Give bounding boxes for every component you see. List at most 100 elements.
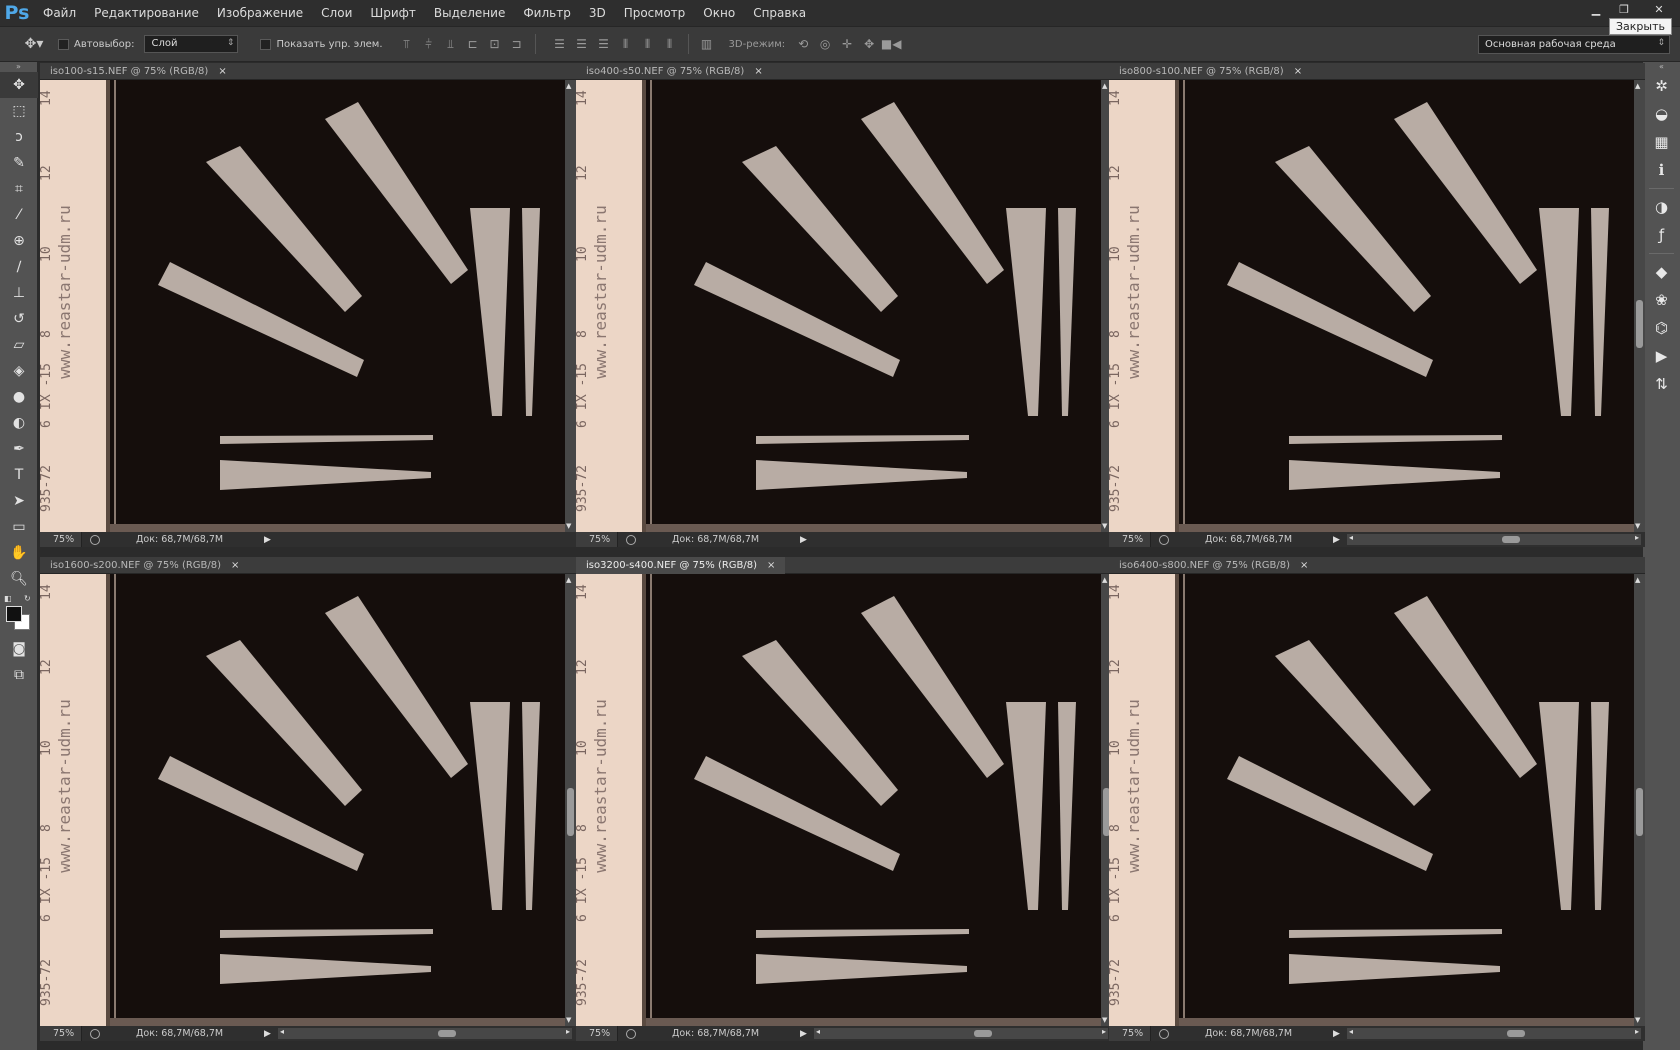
status-info-icon[interactable] [626, 534, 636, 545]
scroll-left-icon[interactable]: ◂ [280, 1027, 284, 1036]
crop-icon[interactable]: ⌗ [0, 176, 38, 202]
vertical-scrollbar[interactable]: ▲ ▼ [1634, 574, 1645, 1026]
horizontal-scroll-thumb[interactable] [1502, 536, 1520, 543]
align-vcenter-icon[interactable]: ⫩ [419, 34, 439, 54]
status-menu-icon[interactable]: ▶ [264, 1029, 274, 1039]
scroll-up-icon[interactable]: ▲ [1102, 576, 1107, 584]
status-info-icon[interactable] [1159, 1028, 1169, 1039]
history-icon[interactable]: ⇅ [1643, 370, 1680, 398]
bucket-icon[interactable]: ◈ [0, 358, 38, 384]
marquee-icon[interactable]: ⬚ [0, 98, 38, 124]
zoom-field[interactable]: 75% [40, 532, 82, 547]
zoom-value[interactable]: 75% [589, 1028, 610, 1039]
swap-colors-icon[interactable]: ↻ [24, 594, 31, 603]
panel-grip[interactable]: » [0, 62, 37, 72]
photoshop-logo[interactable]: Ps [0, 0, 34, 26]
document-tab[interactable]: iso6400-s800.NEF @ 75% (RGB/8) × [1109, 557, 1318, 574]
healing-icon[interactable]: ⊕ [0, 228, 38, 254]
adjustments-icon[interactable]: ◑ [1643, 193, 1680, 221]
restore-button[interactable]: ❐ [1610, 0, 1638, 18]
foreground-color[interactable] [6, 606, 22, 622]
stamp-icon[interactable]: ⊥ [0, 280, 38, 306]
move-icon[interactable]: ✥ [0, 72, 38, 98]
zoom-value[interactable]: 75% [1122, 534, 1143, 545]
scroll-right-icon[interactable]: ▸ [1635, 533, 1639, 542]
autoselect-dropdown[interactable]: Слой [144, 35, 239, 53]
type-icon[interactable]: T [0, 462, 38, 488]
document-canvas[interactable]: www.reastar-udm.ru 14 12 10 8 IX -15 6 935-72 [1109, 80, 1634, 532]
styles-icon[interactable]: ƒ [1643, 221, 1680, 249]
scroll-left-icon[interactable]: ◂ [1349, 533, 1353, 542]
menu-3d[interactable]: 3D [580, 0, 615, 26]
align-bottom-icon[interactable]: ⫫ [441, 34, 461, 54]
distribute-bottom-icon[interactable]: ☰ [594, 34, 614, 54]
eyedropper-icon[interactable]: ⁄ [0, 202, 38, 228]
layers-icon[interactable]: ◆ [1643, 258, 1680, 286]
menu-file[interactable]: Файл [34, 0, 85, 26]
channels-icon[interactable]: ❀ [1643, 286, 1680, 314]
3d-rotate-icon[interactable]: ⟲ [793, 34, 813, 54]
zoom-field[interactable]: 75% [576, 1026, 618, 1041]
zoom-icon[interactable]: 🔍︎ [0, 566, 38, 592]
scroll-left-icon[interactable]: ◂ [816, 1027, 820, 1036]
scroll-down-icon[interactable]: ▼ [1635, 522, 1640, 530]
quick-select-icon[interactable]: ✎ [0, 150, 38, 176]
swatches-icon[interactable]: ▦ [1643, 128, 1680, 156]
close-button[interactable]: ✕ [1638, 0, 1680, 18]
distribute-left-icon[interactable]: ⦀ [616, 34, 636, 54]
scroll-up-icon[interactable]: ▲ [566, 82, 571, 90]
minimize-button[interactable]: ▁ [1582, 0, 1610, 18]
scroll-up-icon[interactable]: ▲ [566, 576, 571, 584]
auto-align-icon[interactable]: ▥ [697, 34, 717, 54]
lasso-icon[interactable]: ↄ [0, 124, 38, 150]
panel-grip[interactable]: « [1643, 62, 1680, 72]
move-tool-preset-icon[interactable]: ✥▾ [20, 32, 48, 56]
3d-camera-icon[interactable]: ■◀ [881, 34, 902, 54]
scroll-up-icon[interactable]: ▲ [1635, 576, 1640, 584]
screen-mode-icon[interactable]: ⧉ [0, 662, 38, 688]
vertical-scrollbar[interactable]: ▲ ▼ [1634, 80, 1645, 532]
menu-window[interactable]: Окно [694, 0, 744, 26]
3d-roll-icon[interactable]: ◎ [815, 34, 835, 54]
status-menu-icon[interactable]: ▶ [1333, 535, 1343, 545]
horizontal-scrollbar[interactable]: ◂ ▸ [1347, 1027, 1641, 1039]
scroll-down-icon[interactable]: ▼ [1102, 522, 1107, 530]
distribute-top-icon[interactable]: ☰ [550, 34, 570, 54]
vertical-scrollbar[interactable]: ▲ ▼ [565, 80, 576, 532]
horizontal-scrollbar[interactable]: ◂ ▸ [1347, 533, 1641, 545]
dodge-icon[interactable]: ◐ [0, 410, 38, 436]
menu-type[interactable]: Шрифт [361, 0, 425, 26]
document-canvas[interactable]: www.reastar-udm.ru 14 12 10 8 IX -15 6 935-72 [1109, 574, 1634, 1026]
workspace-dropdown[interactable]: Основная рабочая среда [1478, 35, 1670, 54]
hand-icon[interactable]: ✋ [0, 540, 38, 566]
horizontal-scrollbar[interactable]: ◂ ▸ [814, 1027, 1108, 1039]
show-controls-checkbox[interactable]: Показать упр. элем. [260, 38, 383, 50]
scroll-up-icon[interactable]: ▲ [1635, 82, 1640, 90]
close-tab-icon[interactable]: × [1300, 557, 1308, 574]
show-controls-checkbox-box[interactable] [260, 38, 272, 50]
eraser-icon[interactable]: ▱ [0, 332, 38, 358]
align-hcenter-icon[interactable]: ⊡ [485, 34, 505, 54]
align-right-icon[interactable]: ⊐ [507, 34, 527, 54]
3d-slide-icon[interactable]: ✥ [859, 34, 879, 54]
scroll-right-icon[interactable]: ▸ [566, 1027, 570, 1036]
document-tab[interactable]: iso400-s50.NEF @ 75% (RGB/8) × [576, 63, 773, 80]
status-info-icon[interactable] [90, 1028, 100, 1039]
close-tab-icon[interactable]: × [1294, 63, 1302, 80]
vertical-scroll-thumb[interactable] [567, 788, 574, 836]
document-canvas[interactable]: www.reastar-udm.ru 14 12 10 8 IX -15 6 935-72 [576, 574, 1101, 1026]
zoom-value[interactable]: 75% [53, 1028, 74, 1039]
status-menu-icon[interactable]: ▶ [1333, 1029, 1343, 1039]
menu-edit[interactable]: Редактирование [85, 0, 208, 26]
zoom-field[interactable]: 75% [40, 1026, 82, 1041]
vertical-scroll-thumb[interactable] [1636, 300, 1643, 348]
scroll-left-icon[interactable]: ◂ [1349, 1027, 1353, 1036]
autoselect-checkbox-box[interactable] [58, 38, 69, 50]
distribute-right-icon[interactable]: ⦀ [660, 34, 680, 54]
menu-select[interactable]: Выделение [425, 0, 514, 26]
brush-icon[interactable]: ∕ [0, 254, 38, 280]
horizontal-scroll-thumb[interactable] [438, 1030, 456, 1037]
document-canvas[interactable]: www.reastar-udm.ru 14 12 10 8 IX -15 6 935-72 [40, 574, 565, 1026]
zoom-value[interactable]: 75% [589, 534, 610, 545]
distribute-vcenter-icon[interactable]: ☰ [572, 34, 592, 54]
